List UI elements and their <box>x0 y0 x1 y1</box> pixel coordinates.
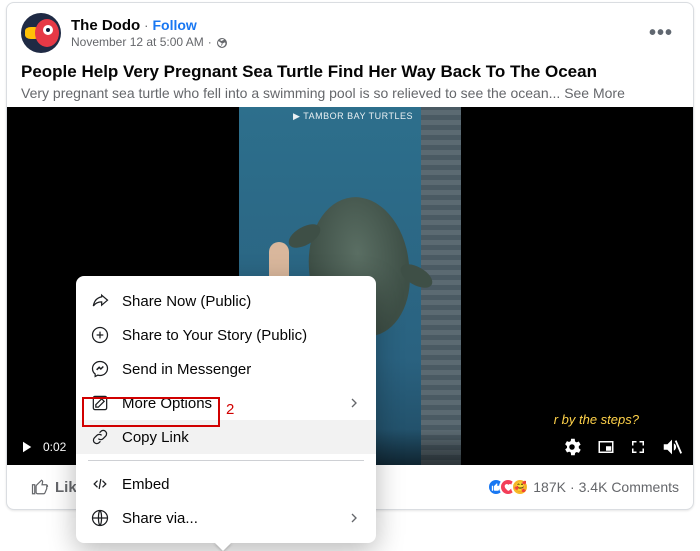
menu-divider <box>88 460 364 461</box>
page-name[interactable]: The Dodo <box>71 17 140 35</box>
more-options-button[interactable]: ••• <box>643 16 679 51</box>
video-caption: r by the steps? <box>554 412 639 427</box>
video-watermark: ▶ TAMBOR BAY TURTLES <box>293 111 413 122</box>
menu-label: Embed <box>122 476 170 493</box>
reaction-count: 187K <box>533 479 566 495</box>
code-icon <box>90 474 110 494</box>
menu-label: Share via... <box>122 510 198 527</box>
settings-icon[interactable] <box>561 436 583 458</box>
menu-label: Send in Messenger <box>122 361 251 378</box>
page-avatar[interactable] <box>21 13 61 53</box>
video-time: 0:02 <box>43 440 66 454</box>
fullscreen-icon[interactable] <box>629 438 647 456</box>
post-title: People Help Very Pregnant Sea Turtle Fin… <box>7 57 693 83</box>
post-header: The Dodo · Follow November 12 at 5:00 AM… <box>7 3 693 57</box>
post-description: Very pregnant sea turtle who fell into a… <box>7 83 693 107</box>
globe-grid-icon <box>90 508 110 528</box>
pip-icon[interactable] <box>597 438 615 456</box>
reactions-bar[interactable]: 🥰 187K · 3.4K Comments <box>487 478 679 496</box>
menu-label: Share to Your Story (Public) <box>122 327 307 344</box>
messenger-icon <box>90 359 110 379</box>
post-timestamp[interactable]: November 12 at 5:00 AM <box>71 35 204 49</box>
reaction-care-icon: 🥰 <box>511 478 529 496</box>
reaction-icons: 🥰 <box>487 478 529 496</box>
menu-label: Copy Link <box>122 429 189 446</box>
separator: · <box>570 479 575 495</box>
plus-circle-icon <box>90 325 110 345</box>
chevron-right-icon <box>346 510 362 526</box>
volume-icon[interactable] <box>661 436 683 458</box>
play-icon[interactable] <box>17 438 35 456</box>
share-story-item[interactable]: Share to Your Story (Public) <box>76 318 376 352</box>
share-via-item[interactable]: Share via... <box>76 501 376 535</box>
annotation-step-2: 2 <box>226 401 234 418</box>
send-messenger-item[interactable]: Send in Messenger <box>76 352 376 386</box>
share-now-item[interactable]: Share Now (Public) <box>76 284 376 318</box>
menu-label: Share Now (Public) <box>122 293 251 310</box>
comment-count[interactable]: 3.4K Comments <box>579 479 679 495</box>
follow-link[interactable]: Follow <box>153 17 197 34</box>
like-icon <box>31 478 49 496</box>
see-more-link[interactable]: See More <box>564 85 625 101</box>
share-arrow-icon <box>90 291 110 311</box>
link-icon <box>90 427 110 447</box>
globe-icon[interactable] <box>216 35 228 49</box>
separator: · <box>208 35 212 49</box>
embed-item[interactable]: Embed <box>76 467 376 501</box>
separator: · <box>144 18 148 34</box>
chevron-right-icon <box>346 395 362 411</box>
annotation-highlight-2 <box>82 397 220 427</box>
